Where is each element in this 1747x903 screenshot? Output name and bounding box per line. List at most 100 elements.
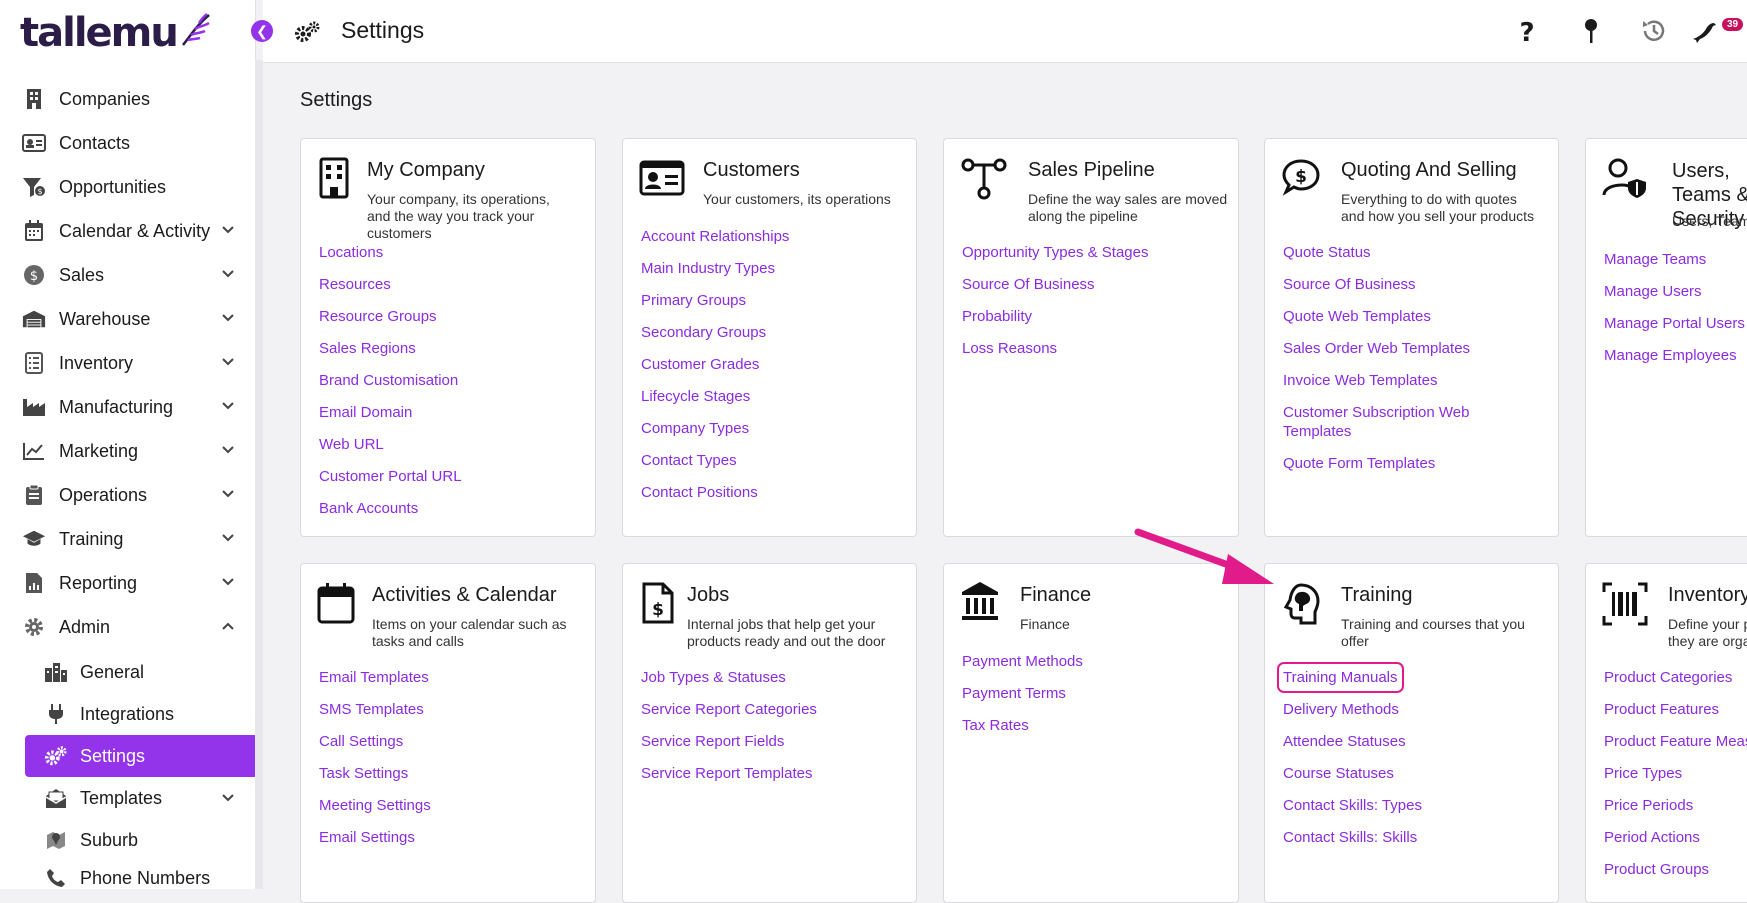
link-meeting-settings[interactable]: Meeting Settings xyxy=(319,796,431,815)
link-service-report-fields[interactable]: Service Report Fields xyxy=(641,732,817,751)
link-loss-reasons[interactable]: Loss Reasons xyxy=(962,339,1149,358)
link-quote-web-templates[interactable]: Quote Web Templates xyxy=(1283,307,1473,326)
chevron-down-icon[interactable] xyxy=(221,223,235,237)
link-probability[interactable]: Probability xyxy=(962,307,1149,326)
chevron-up-icon[interactable] xyxy=(221,619,235,633)
link-product-feature-measures[interactable]: Product Feature Measures xyxy=(1604,732,1747,751)
link-sales-regions[interactable]: Sales Regions xyxy=(319,339,462,358)
link-resources[interactable]: Resources xyxy=(319,275,462,294)
chevron-down-icon[interactable] xyxy=(221,791,235,805)
link-invoice-web-templates[interactable]: Invoice Web Templates xyxy=(1283,371,1473,390)
link-payment-terms[interactable]: Payment Terms xyxy=(962,684,1083,703)
link-product-groups[interactable]: Product Groups xyxy=(1604,860,1747,879)
sidebar-item-opportunities[interactable]: $ Opportunities xyxy=(0,165,255,209)
sidebar-item-calendar-activity[interactable]: Calendar & Activity xyxy=(0,209,255,253)
link-delivery-methods[interactable]: Delivery Methods xyxy=(1283,700,1422,719)
chevron-down-icon[interactable] xyxy=(221,355,235,369)
link-quote-status[interactable]: Quote Status xyxy=(1283,243,1473,262)
link-payment-methods[interactable]: Payment Methods xyxy=(962,652,1083,671)
sidebar-subitem-settings[interactable]: Settings xyxy=(25,735,255,777)
sidebar-scrollbar[interactable] xyxy=(255,60,263,889)
sidebar-item-marketing[interactable]: Marketing xyxy=(0,429,255,473)
link-secondary-groups[interactable]: Secondary Groups xyxy=(641,323,789,342)
link-service-report-categories[interactable]: Service Report Categories xyxy=(641,700,817,719)
link-main-industry-types[interactable]: Main Industry Types xyxy=(641,259,789,278)
link-manage-teams[interactable]: Manage Teams xyxy=(1604,250,1745,269)
link-price-types[interactable]: Price Types xyxy=(1604,764,1747,783)
link-contact-skills-skills[interactable]: Contact Skills: Skills xyxy=(1283,828,1422,847)
collapse-sidebar-button[interactable]: ❮ xyxy=(251,20,273,42)
link-sales-order-web-templates[interactable]: Sales Order Web Templates xyxy=(1283,339,1473,358)
link-contact-skills-types[interactable]: Contact Skills: Types xyxy=(1283,796,1422,815)
link-product-features[interactable]: Product Features xyxy=(1604,700,1747,719)
link-task-settings[interactable]: Task Settings xyxy=(319,764,431,783)
chevron-down-icon[interactable] xyxy=(221,575,235,589)
sidebar-item-contacts[interactable]: Contacts xyxy=(0,121,255,165)
link-tax-rates[interactable]: Tax Rates xyxy=(962,716,1083,735)
sidebar-subitem-templates[interactable]: Templates xyxy=(0,777,255,819)
link-email-templates[interactable]: Email Templates xyxy=(319,668,431,687)
sidebar-item-sales[interactable]: $ Sales xyxy=(0,253,255,297)
chevron-down-icon[interactable] xyxy=(221,487,235,501)
card-activities-calendar: Activities & Calendar Items on your cale… xyxy=(300,563,596,903)
sidebar-item-inventory[interactable]: Inventory xyxy=(0,341,255,385)
sidebar-item-reporting[interactable]: Reporting xyxy=(0,561,255,605)
sidebar-item-manufacturing[interactable]: Manufacturing xyxy=(0,385,255,429)
link-price-periods[interactable]: Price Periods xyxy=(1604,796,1747,815)
link-brand-customisation[interactable]: Brand Customisation xyxy=(319,371,462,390)
sidebar-subitem-phone-numbers[interactable]: Phone Numbers xyxy=(0,861,255,895)
link-attendee-statuses[interactable]: Attendee Statuses xyxy=(1283,732,1422,751)
link-course-statuses[interactable]: Course Statuses xyxy=(1283,764,1422,783)
card-title: My Company xyxy=(367,159,485,181)
sidebar-item-operations[interactable]: Operations xyxy=(0,473,255,517)
chevron-down-icon[interactable] xyxy=(221,267,235,281)
link-web-url[interactable]: Web URL xyxy=(319,435,462,454)
invoice-dollar-icon: $ xyxy=(642,582,674,624)
sidebar-item-warehouse[interactable]: Warehouse xyxy=(0,297,255,341)
chevron-down-icon[interactable] xyxy=(221,399,235,413)
chevron-down-icon[interactable] xyxy=(221,531,235,545)
link-primary-groups[interactable]: Primary Groups xyxy=(641,291,789,310)
link-product-categories[interactable]: Product Categories xyxy=(1604,668,1747,687)
link-contact-types[interactable]: Contact Types xyxy=(641,451,789,470)
link-source-of-business[interactable]: Source Of Business xyxy=(962,275,1149,294)
tallemu-logo[interactable]: tallemu xyxy=(20,8,213,58)
link-opportunity-types-stages[interactable]: Opportunity Types & Stages xyxy=(962,243,1149,262)
sidebar-subitem-general[interactable]: General xyxy=(0,651,255,693)
link-period-actions[interactable]: Period Actions xyxy=(1604,828,1747,847)
link-account-relationships[interactable]: Account Relationships xyxy=(641,227,789,246)
link-bank-accounts[interactable]: Bank Accounts xyxy=(319,499,462,518)
history-icon[interactable] xyxy=(1640,17,1668,45)
link-customer-grades[interactable]: Customer Grades xyxy=(641,355,789,374)
link-contact-positions[interactable]: Contact Positions xyxy=(641,483,789,502)
sidebar-item-companies[interactable]: Companies xyxy=(0,77,255,121)
link-email-settings[interactable]: Email Settings xyxy=(319,828,431,847)
link-job-types-statuses[interactable]: Job Types & Statuses xyxy=(641,668,817,687)
sidebar-item-training[interactable]: Training xyxy=(0,517,255,561)
link-service-report-templates[interactable]: Service Report Templates xyxy=(641,764,817,783)
link-training-manuals[interactable]: Training Manuals xyxy=(1277,662,1404,693)
sidebar-item-admin[interactable]: Admin xyxy=(0,605,255,649)
chevron-down-icon[interactable] xyxy=(221,443,235,457)
link-email-domain[interactable]: Email Domain xyxy=(319,403,462,422)
link-manage-employees[interactable]: Manage Employees xyxy=(1604,346,1745,365)
chevron-down-icon[interactable] xyxy=(221,311,235,325)
pin-icon[interactable] xyxy=(1577,17,1605,45)
link-customer-portal-url[interactable]: Customer Portal URL xyxy=(319,467,462,486)
link-source-of-business[interactable]: Source Of Business xyxy=(1283,275,1473,294)
notification-badge[interactable]: 39 xyxy=(1722,18,1744,31)
help-icon[interactable]: ? xyxy=(1513,17,1541,45)
link-call-settings[interactable]: Call Settings xyxy=(319,732,431,751)
link-sms-templates[interactable]: SMS Templates xyxy=(319,700,431,719)
sidebar-subitem-suburb[interactable]: Suburb xyxy=(0,819,255,861)
link-quote-form-templates[interactable]: Quote Form Templates xyxy=(1283,454,1473,473)
link-customer-subscription-web-templates[interactable]: Customer Subscription Web Templates xyxy=(1283,403,1473,441)
link-company-types[interactable]: Company Types xyxy=(641,419,789,438)
link-resource-groups[interactable]: Resource Groups xyxy=(319,307,462,326)
emu-bird-icon[interactable] xyxy=(1690,17,1718,45)
link-manage-users[interactable]: Manage Users xyxy=(1604,282,1745,301)
link-lifecycle-stages[interactable]: Lifecycle Stages xyxy=(641,387,789,406)
link-locations[interactable]: Locations xyxy=(319,243,462,262)
sidebar-subitem-integrations[interactable]: Integrations xyxy=(0,693,255,735)
link-manage-portal-users[interactable]: Manage Portal Users xyxy=(1604,314,1745,333)
